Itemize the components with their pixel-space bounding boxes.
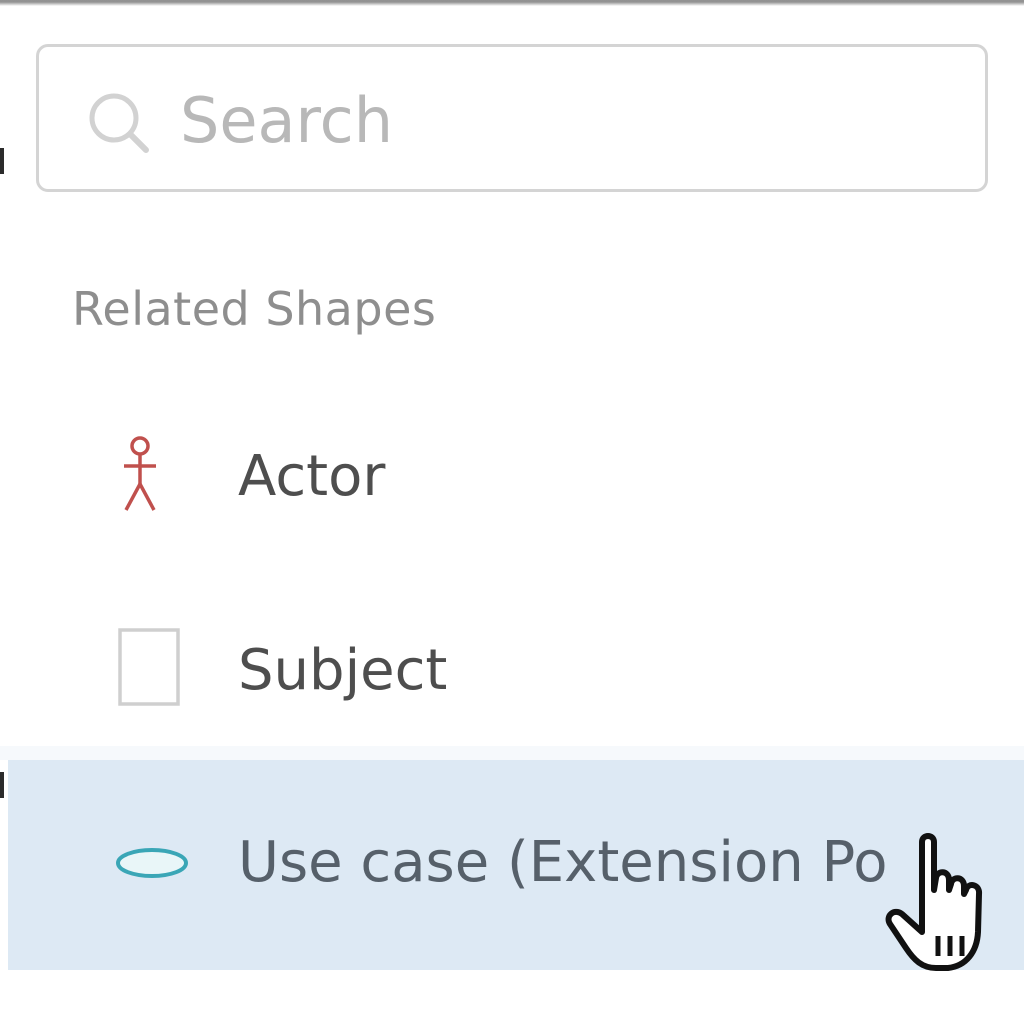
search-input[interactable] [180, 78, 960, 162]
hand-pointer-cursor-icon [885, 833, 982, 971]
use-case-ellipse-icon [116, 848, 188, 878]
top-edge-border [0, 0, 1024, 6]
related-shapes-heading: Related Shapes [72, 282, 437, 336]
shape-item-label: Use case (Extension Po [238, 830, 888, 895]
left-edge-mark [0, 148, 4, 174]
search-icon [89, 93, 149, 153]
shape-item-actor[interactable]: Actor [0, 380, 1024, 580]
shape-library-panel: Related Shapes Actor Subject Use case (E… [0, 0, 1024, 1024]
actor-stick-figure-icon [124, 436, 156, 511]
shape-item-subject[interactable]: Subject [0, 572, 1024, 772]
subject-rectangle-icon [118, 628, 180, 706]
shape-item-use-case[interactable]: Use case (Extension Po [8, 760, 1024, 970]
row-separator [0, 746, 1024, 760]
shape-item-label: Actor [238, 444, 386, 509]
shape-item-label: Subject [238, 638, 448, 703]
left-edge-mark [0, 772, 4, 798]
